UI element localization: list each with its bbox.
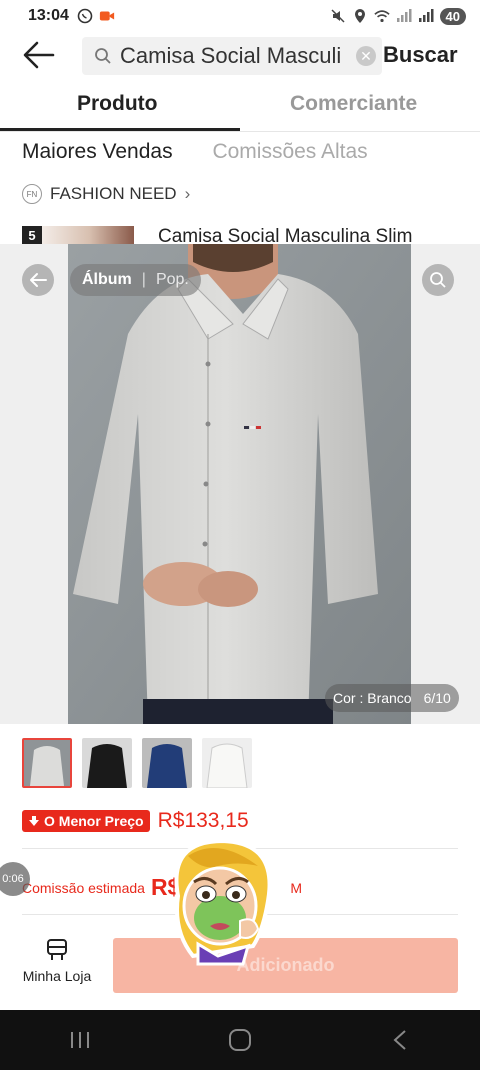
commission-label: Comissão estimada <box>22 879 145 896</box>
my-store-label: Minha Loja <box>22 968 92 984</box>
store-icon <box>47 939 67 960</box>
rank-badge: 5 <box>22 226 42 244</box>
gallery-back-button[interactable] <box>22 264 54 296</box>
tab-bar: Produto Comerciante <box>0 82 480 132</box>
whatsapp-icon <box>77 8 93 24</box>
status-time: 13:04 <box>28 7 69 24</box>
search-icon <box>95 48 111 64</box>
shop-logo: FN <box>22 184 42 204</box>
image-counter: 6/10 <box>423 690 451 706</box>
mute-icon <box>330 8 346 24</box>
cartoon-face-sticker-icon <box>174 838 272 966</box>
chevron-left-icon <box>393 1030 406 1050</box>
sort-comissoes-altas[interactable]: Comissões Altas <box>212 140 367 163</box>
search-icon <box>430 272 446 288</box>
color-swatches <box>22 738 252 788</box>
arrow-down-icon <box>29 816 39 826</box>
color-label: Cor : Branco <box>333 690 412 706</box>
swatch-gray[interactable] <box>22 738 72 788</box>
signal-icon <box>396 8 412 24</box>
product-photo[interactable] <box>68 244 411 724</box>
gallery-tab-pop[interactable]: Pop. <box>156 271 189 289</box>
tab-comerciante[interactable]: Comerciante <box>290 92 417 116</box>
location-icon <box>352 8 368 24</box>
recent-apps-button[interactable] <box>60 1020 100 1060</box>
gallery-search-button[interactable] <box>422 264 454 296</box>
arrow-left-icon <box>23 41 55 69</box>
status-bar: 13:04 40 <box>0 0 480 32</box>
commission-suffix: M <box>290 879 303 896</box>
swatch-white[interactable] <box>202 738 252 788</box>
home-icon <box>229 1029 251 1051</box>
sort-maiores-vendas[interactable]: Maiores Vendas <box>22 140 173 163</box>
shop-link[interactable]: FN FASHION NEED › <box>22 184 190 204</box>
search-box[interactable]: ✕ <box>82 37 382 75</box>
signal-icon-2 <box>418 8 434 24</box>
swatch-navy[interactable] <box>142 738 192 788</box>
home-button[interactable] <box>220 1020 260 1060</box>
arrow-left-icon <box>30 273 47 287</box>
price-row: O Menor Preço R$133,15 <box>22 809 249 833</box>
shop-name: FASHION NEED <box>50 184 177 203</box>
recents-icon <box>71 1032 89 1048</box>
gallery-caption: Cor : Branco 6/10 <box>325 684 459 712</box>
system-back-button[interactable] <box>380 1020 420 1060</box>
lowest-price-badge: O Menor Preço <box>22 810 150 832</box>
search-header: ✕ Buscar <box>0 34 480 80</box>
video-record-icon <box>99 8 115 24</box>
clear-search-button[interactable]: ✕ <box>356 46 376 66</box>
tab-produto[interactable]: Produto <box>77 92 157 116</box>
search-submit-button[interactable]: Buscar <box>383 42 458 68</box>
gallery-tabs: Álbum | Pop. <box>70 264 201 296</box>
wifi-icon <box>373 8 390 24</box>
sort-options: Maiores Vendas Comissões Altas <box>22 140 368 164</box>
swatch-black[interactable] <box>82 738 132 788</box>
cartoon-sticker <box>158 836 280 968</box>
gallery-tab-album[interactable]: Álbum <box>82 271 132 289</box>
shirt-model-image <box>68 244 411 724</box>
tab-active-indicator <box>0 128 240 131</box>
my-store-button[interactable]: Minha Loja <box>22 938 92 984</box>
chevron-right-icon: › <box>184 184 191 203</box>
battery-indicator: 40 <box>439 7 466 25</box>
back-button[interactable] <box>22 40 56 70</box>
system-nav-bar <box>0 1010 480 1070</box>
image-gallery[interactable]: Álbum | Pop. Cor : Branco 6/10 <box>0 244 480 724</box>
search-input[interactable] <box>120 43 350 69</box>
product-price: R$133,15 <box>157 809 249 832</box>
